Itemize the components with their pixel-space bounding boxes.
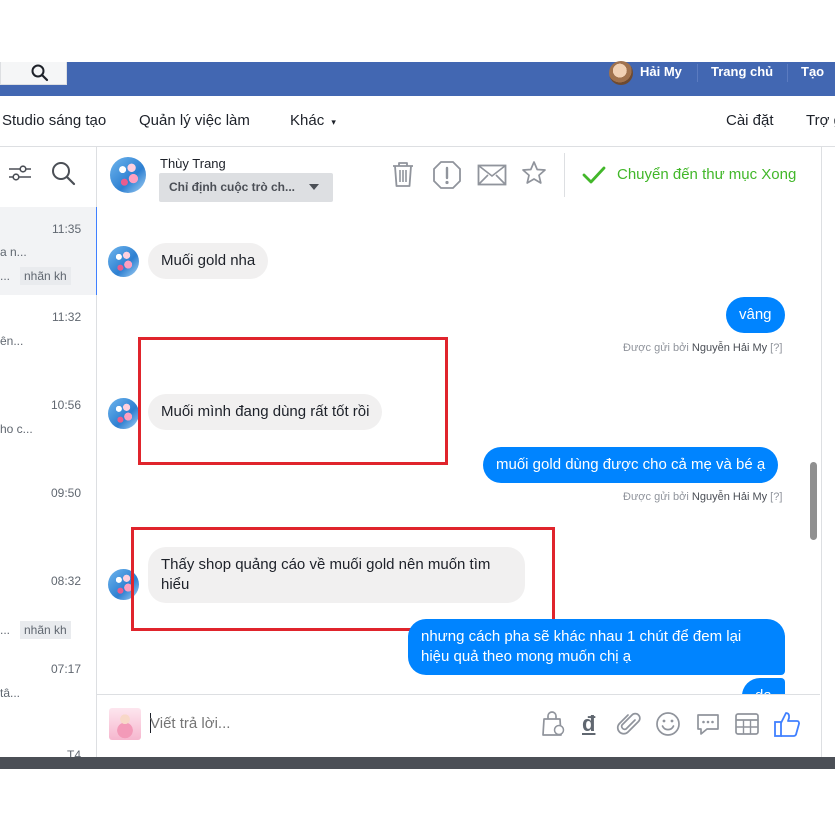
search-box[interactable] [0, 62, 67, 85]
bottom-bar [0, 757, 835, 769]
sent-by-note: Được gửi bởi Nguyễn Hải My [?] [623, 491, 782, 503]
conversation-tag-prefix: ... [0, 269, 11, 283]
attachment-icon[interactable] [616, 711, 642, 737]
conversation-snippet: a n... [0, 245, 27, 259]
outgoing-message: muối gold dùng được cho cả mẹ và bé ạ [483, 447, 779, 483]
outgoing-message-clip: dạ [742, 678, 786, 694]
contact-avatar[interactable] [110, 157, 146, 193]
sent-by-note: Được gửi bởi Nguyễn Hải My [?] [623, 342, 782, 354]
conversation-time: 09:50 [51, 486, 82, 500]
conversation-time: 11:32 [52, 310, 82, 324]
divider [564, 153, 565, 197]
reply-input[interactable] [150, 715, 390, 732]
profile-link[interactable]: Hải My [640, 64, 682, 79]
scrollbar-track[interactable] [806, 207, 820, 694]
trash-icon[interactable] [390, 160, 416, 188]
sent-by-prefix: Được gửi bởi [623, 342, 689, 354]
home-link[interactable]: Trang chủ [711, 64, 773, 79]
assign-label: Chỉ định cuộc trò ch... [169, 180, 295, 194]
page-avatar [109, 708, 141, 740]
contact-name[interactable]: Thùy Trang [160, 156, 226, 171]
conversation-time: 07:17 [51, 662, 82, 676]
saved-replies-icon[interactable] [695, 711, 721, 737]
sent-by-prefix: Được gửi bởi [623, 491, 689, 503]
outgoing-message: dạ [742, 678, 785, 694]
page-tools-nav [0, 96, 835, 147]
mail-unread-icon[interactable] [477, 164, 507, 186]
outgoing-message: nhưng cách pha sẽ khác nhau 1 chút để đe… [408, 619, 785, 675]
assign-conversation-dropdown[interactable]: Chỉ định cuộc trò ch... [159, 173, 333, 202]
top-navigation-bar [0, 62, 835, 96]
nav-more[interactable]: Khác ▾ [290, 112, 336, 129]
divider [697, 64, 698, 82]
conversation-time: T4 [67, 748, 82, 757]
highlight-box [138, 337, 448, 465]
conversation-time: 08:32 [51, 574, 82, 588]
filter-icon[interactable] [8, 163, 32, 183]
user-avatar[interactable] [609, 61, 633, 85]
chevron-down-icon: ▾ [331, 117, 336, 127]
move-to-done-label: Chuyển đến thư mục Xong [617, 166, 797, 183]
search-icon[interactable] [31, 64, 49, 82]
highlight-box [131, 527, 555, 631]
conversation-snippet: ho c... [0, 422, 33, 436]
payment-request-icon[interactable]: đ [582, 711, 595, 737]
divider [787, 64, 788, 82]
nav-help[interactable]: Trợ g [806, 112, 835, 129]
conversation-tag-prefix: ... [0, 623, 11, 637]
emoji-icon[interactable] [655, 711, 681, 737]
chevron-down-icon [309, 184, 319, 190]
incoming-message: Muối gold nha [148, 243, 269, 279]
nav-settings[interactable]: Cài đặt [726, 112, 774, 129]
shopping-bag-icon[interactable] [540, 711, 566, 737]
checkmark-icon [582, 166, 606, 184]
star-icon[interactable] [521, 160, 547, 186]
conversation-time: 10:56 [51, 398, 82, 412]
nav-more-label: Khác [290, 112, 325, 129]
details-panel-edge [821, 147, 835, 757]
search-conversations-icon[interactable] [50, 160, 76, 186]
conversation-time: 11:35 [52, 222, 82, 236]
help-link[interactable]: [?] [770, 342, 782, 354]
like-thumb-icon[interactable] [772, 709, 802, 739]
help-link[interactable]: [?] [770, 491, 782, 503]
outgoing-message: vâng [726, 297, 785, 333]
label-tag[interactable]: nhãn kh [20, 267, 71, 285]
spam-alert-icon[interactable] [432, 160, 462, 190]
sent-by-name[interactable]: Nguyễn Hải My [692, 342, 767, 354]
contact-avatar-small [108, 398, 139, 429]
sent-by-name[interactable]: Nguyễn Hải My [692, 491, 767, 503]
conversation-list [0, 147, 98, 757]
create-link[interactable]: Tạo [801, 64, 824, 79]
conversation-snippet: tâ... [0, 686, 21, 700]
appointment-calendar-icon[interactable] [734, 711, 760, 737]
label-tag[interactable]: nhãn kh [20, 621, 71, 639]
conversation-snippet: ên... [0, 334, 24, 348]
conversation-item[interactable]: T4 [0, 748, 96, 757]
nav-creator-studio[interactable]: Studio sáng tạo [2, 112, 106, 129]
contact-avatar-small [108, 246, 139, 277]
nav-jobs[interactable]: Quản lý việc làm [139, 112, 250, 129]
scrollbar-thumb[interactable] [810, 462, 817, 540]
